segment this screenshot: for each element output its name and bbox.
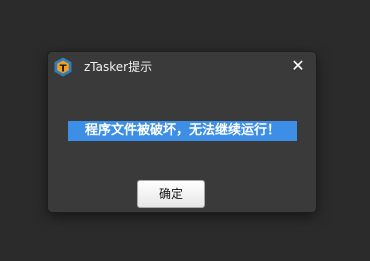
- dialog-titlebar[interactable]: T zTasker提示 ✕: [48, 52, 316, 82]
- logo-letter: T: [60, 63, 67, 74]
- ztasker-logo-icon: T: [54, 57, 72, 77]
- error-message: 程序文件被破坏，无法继续运行！: [68, 121, 297, 141]
- close-button[interactable]: ✕: [288, 56, 308, 76]
- ok-button[interactable]: 确定: [137, 180, 205, 208]
- dialog-title: zTasker提示: [84, 60, 153, 74]
- alert-dialog: T zTasker提示 ✕ 程序文件被破坏，无法继续运行！ 确定: [48, 52, 316, 212]
